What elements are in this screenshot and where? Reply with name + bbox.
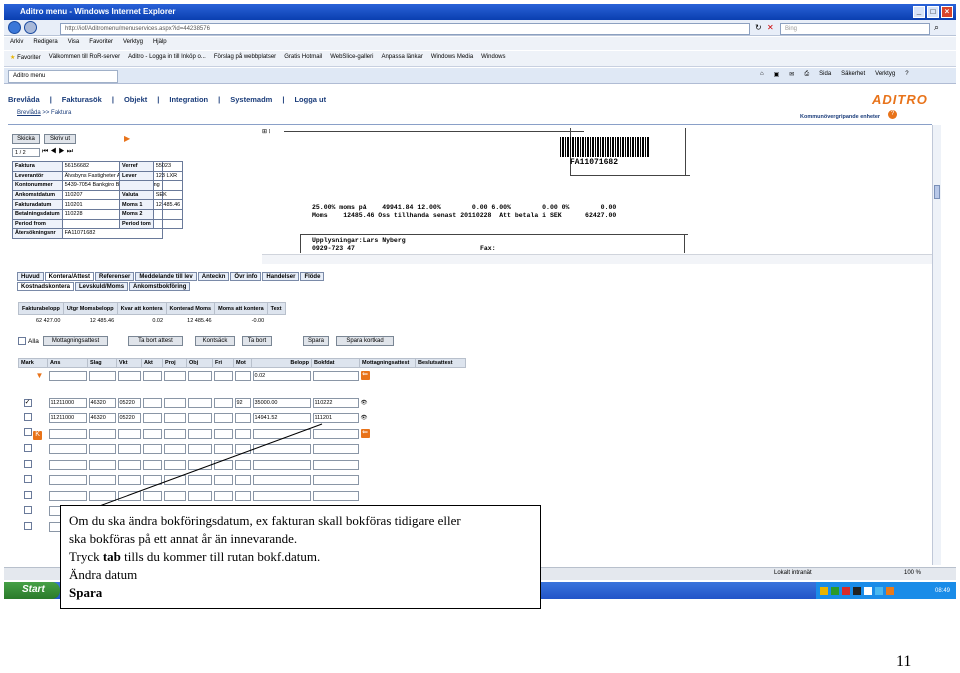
- page-number: 11: [896, 653, 912, 670]
- callout-line: Tryck tab tills du kommer till rutan bok…: [69, 549, 321, 564]
- callout-line: Spara: [69, 585, 103, 600]
- callout-line: ska bokföras på ett annat år än innevara…: [69, 531, 298, 546]
- callout-line: Ändra datum: [69, 567, 138, 582]
- callout-line: Om du ska ändra bokföringsdatum, ex fakt…: [69, 513, 461, 528]
- instruction-callout: Om du ska ändra bokföringsdatum, ex fakt…: [60, 505, 541, 609]
